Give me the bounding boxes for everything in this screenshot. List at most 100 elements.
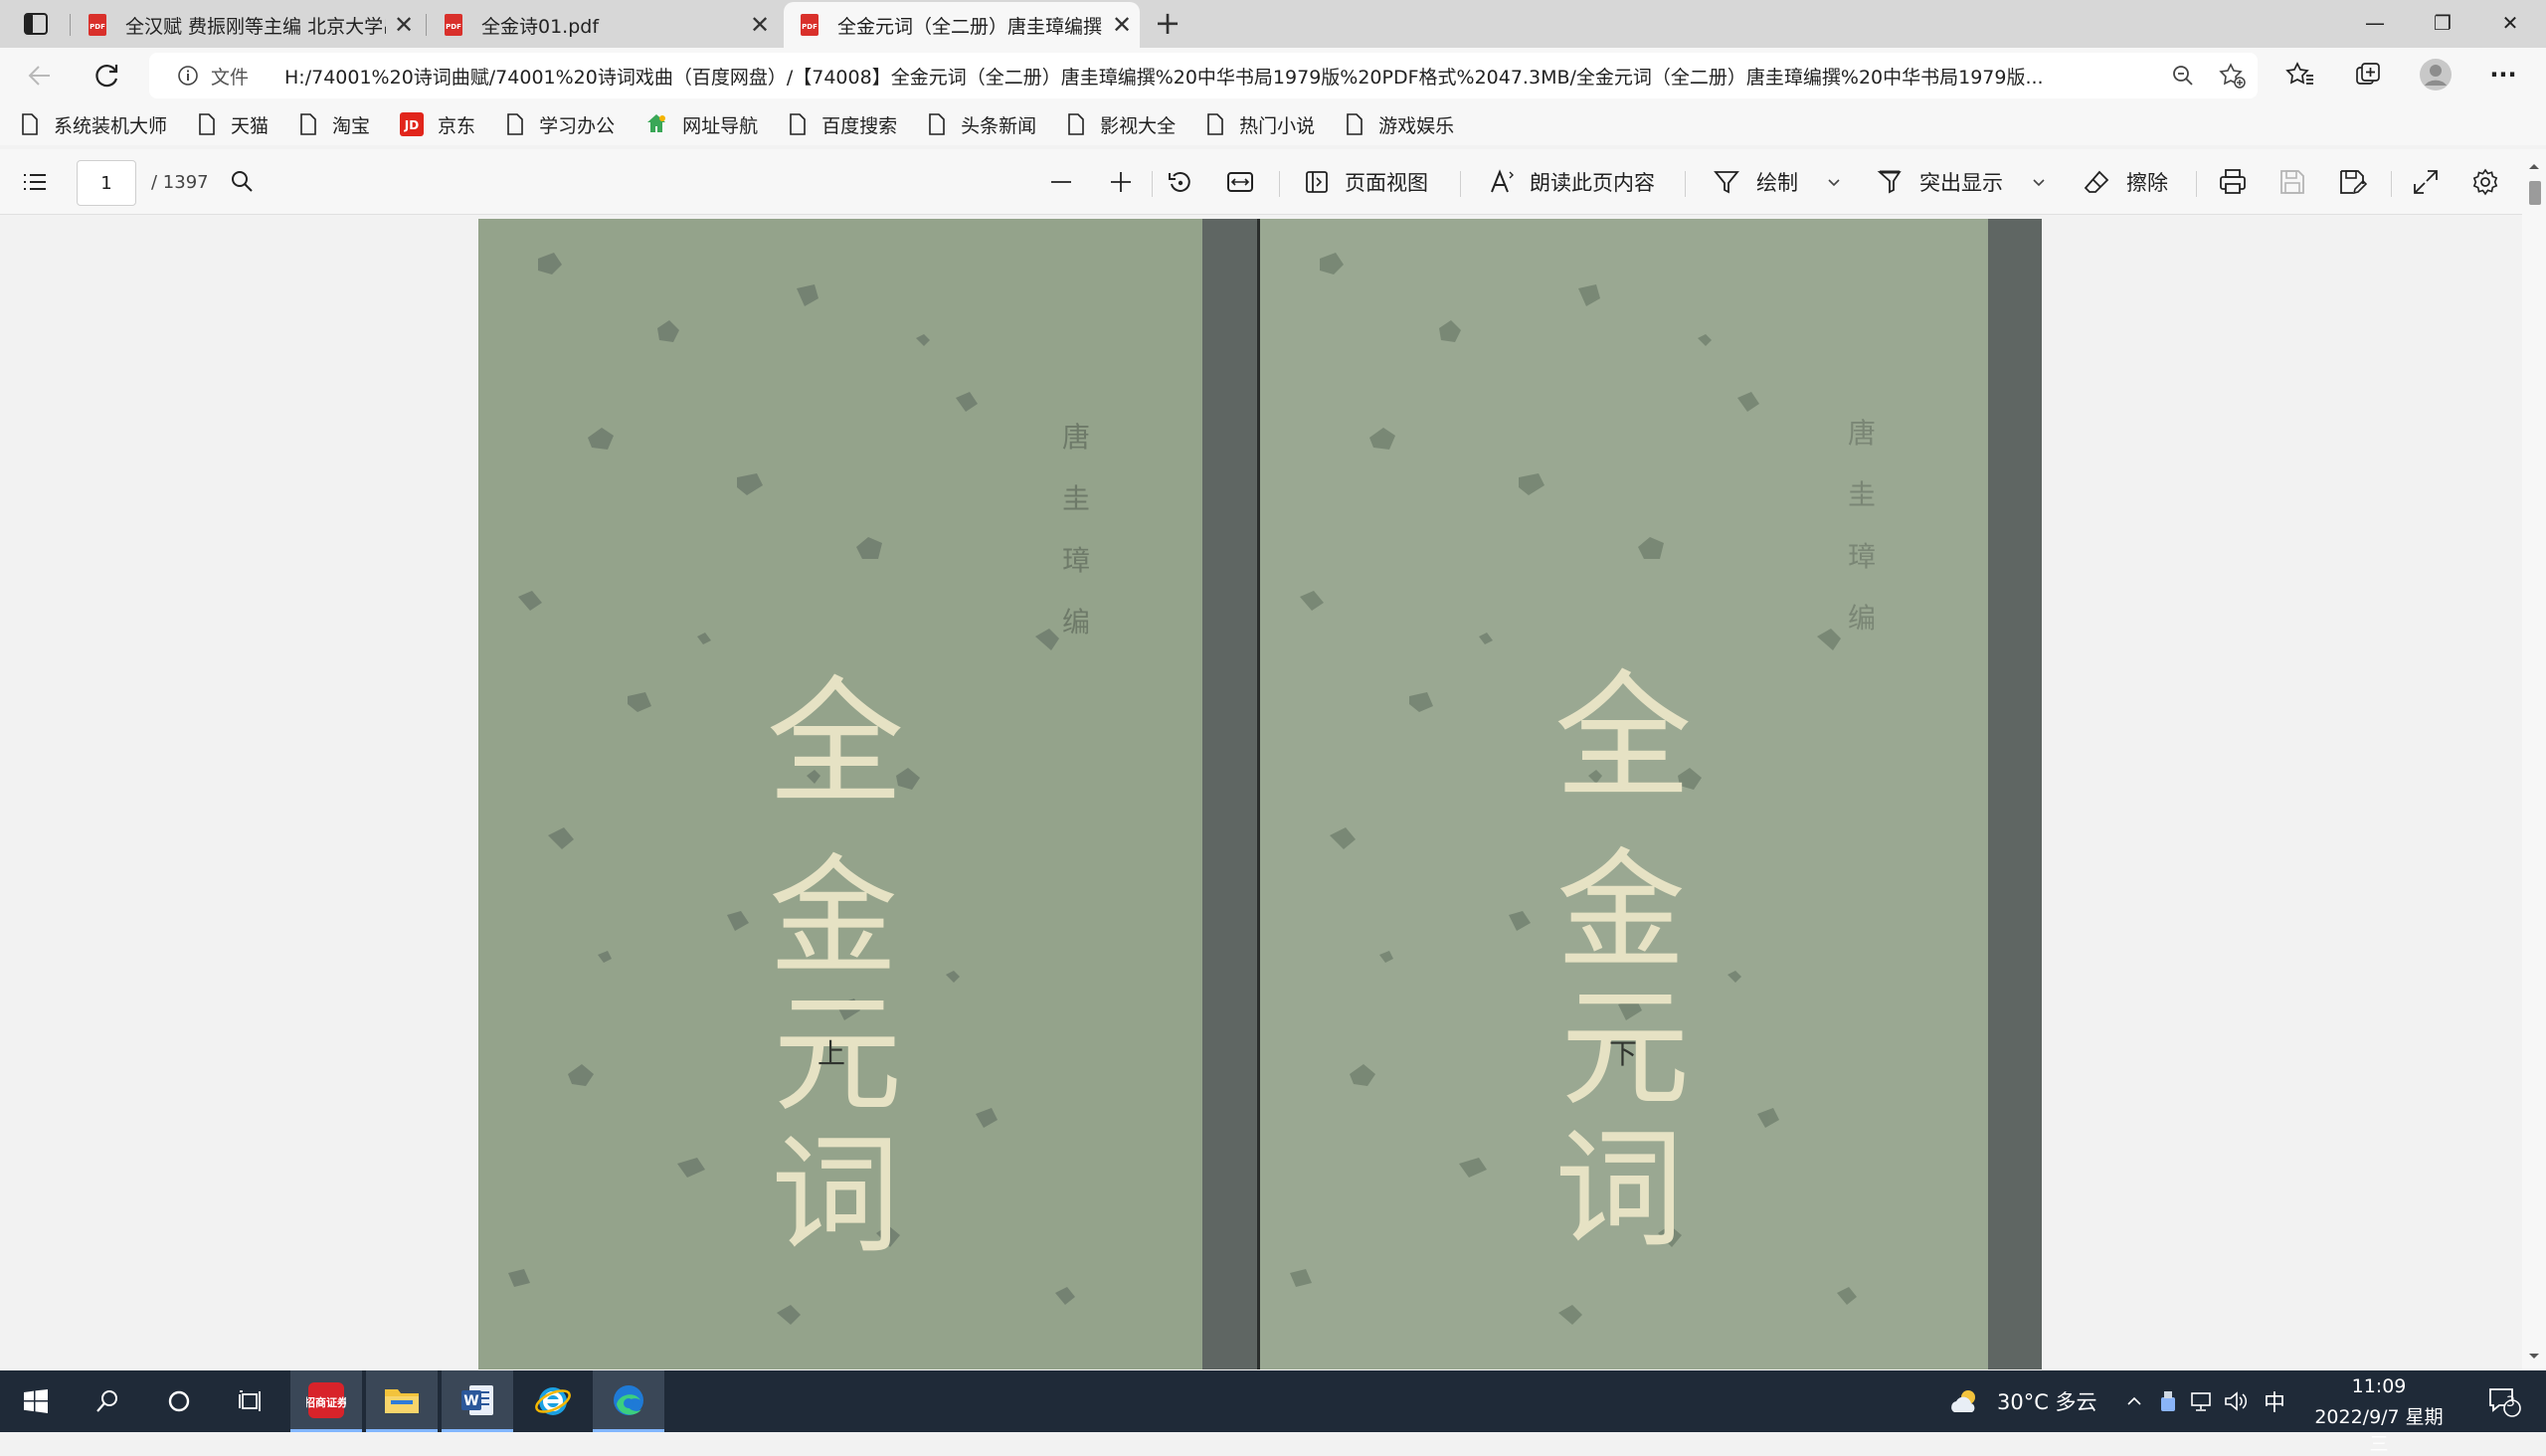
bookmark-item[interactable]: 游戏娱乐 <box>1345 111 1454 138</box>
url-text[interactable]: H:/74001%20诗词曲赋/74001%20诗词戏曲（百度网盘）/【7400… <box>284 63 2158 90</box>
scrollbar-thumb[interactable] <box>2529 181 2541 205</box>
page-icon <box>929 113 945 135</box>
back-button[interactable] <box>22 58 58 93</box>
more-menu-button[interactable]: ··· <box>2486 58 2520 91</box>
zhaoshang-app[interactable]: 招商证券 <box>290 1370 362 1432</box>
save-icon[interactable] <box>2277 165 2307 199</box>
highlight-button[interactable]: 突出显示 <box>1876 165 2003 199</box>
bookmark-label: 影视大全 <box>1100 114 1177 137</box>
page-view-label: 页面视图 <box>1345 171 1428 195</box>
fit-width-icon[interactable] <box>1225 165 1255 199</box>
page-icon <box>1068 113 1084 135</box>
search-button[interactable] <box>72 1370 143 1432</box>
refresh-button[interactable] <box>90 58 125 93</box>
bookmark-item[interactable]: 系统装机大师 <box>20 111 167 138</box>
window-close-button[interactable]: ✕ <box>2476 0 2544 46</box>
page-icon <box>300 113 316 135</box>
zoom-out-icon[interactable] <box>1046 165 1076 199</box>
tab-quanjinshi[interactable]: PDF 全金诗01.pdf ✕ <box>428 2 778 48</box>
search-icon <box>96 1390 117 1412</box>
weather-text[interactable]: 30°C 多云 <box>1997 1386 2097 1416</box>
ie-icon <box>535 1387 571 1415</box>
volume-icon[interactable] <box>2220 1370 2252 1432</box>
bookmark-item[interactable]: 网址导航 <box>644 111 758 138</box>
add-favorite-icon[interactable] <box>2218 61 2248 91</box>
bookmark-label: 淘宝 <box>332 114 371 137</box>
fullscreen-icon[interactable] <box>2411 165 2441 199</box>
edge-browser-app[interactable] <box>593 1370 664 1432</box>
search-icon[interactable] <box>229 165 257 199</box>
chevron-down-icon[interactable] <box>2029 165 2049 199</box>
svg-text:PDF: PDF <box>446 23 461 31</box>
scroll-down-icon[interactable] <box>2522 1344 2546 1367</box>
chevron-up-icon[interactable] <box>2118 1370 2150 1432</box>
save-as-icon[interactable] <box>2337 165 2367 199</box>
info-icon[interactable] <box>177 65 199 87</box>
close-icon[interactable]: ✕ <box>742 11 778 39</box>
bookmark-item[interactable]: 学习办公 <box>505 111 615 138</box>
clock-time[interactable]: 11:09 <box>2309 1375 2449 1397</box>
tab-quanjinyuanci[interactable]: PDF 全金元词（全二册）唐圭璋编撰 ✕ <box>784 2 1140 48</box>
bookmark-item[interactable]: 热门小说 <box>1205 111 1315 138</box>
collections-icon[interactable] <box>2351 58 2385 91</box>
task-view-button[interactable] <box>215 1370 286 1432</box>
tab-actions-button[interactable] <box>14 9 58 39</box>
start-button[interactable] <box>0 1370 72 1432</box>
bookmark-item[interactable]: 影视大全 <box>1066 111 1176 138</box>
zoom-icon[interactable] <box>2168 61 2198 91</box>
page-icon <box>1347 113 1363 135</box>
bookmark-item[interactable]: 百度搜索 <box>788 111 897 138</box>
vertical-scrollbar[interactable] <box>2522 149 2546 1369</box>
author-char: 唐 <box>1062 421 1090 454</box>
close-icon[interactable]: ✕ <box>386 11 422 39</box>
svg-text:W: W <box>463 1393 478 1409</box>
erase-button[interactable]: 擦除 <box>2083 165 2168 199</box>
author-char: 圭 <box>1848 478 1876 511</box>
read-aloud-button[interactable]: 朗读此页内容 <box>1488 165 1655 199</box>
chevron-down-icon[interactable] <box>1824 165 1844 199</box>
ime-indicator[interactable]: 中 <box>2264 1385 2285 1417</box>
bookmark-item[interactable]: 天猫 <box>197 111 269 138</box>
favorites-icon[interactable] <box>2283 58 2317 91</box>
zoom-in-icon[interactable] <box>1106 165 1136 199</box>
new-tab-button[interactable]: + <box>1152 7 1183 40</box>
tab-title: 全金元词（全二册）唐圭璋编撰 <box>837 15 1103 38</box>
scroll-up-icon[interactable] <box>2522 155 2546 179</box>
settings-icon[interactable] <box>2470 165 2500 199</box>
clock-date[interactable]: 2022/9/7 星期三 <box>2305 1402 2453 1456</box>
minimize-button[interactable]: — <box>2341 0 2409 46</box>
rotate-icon[interactable] <box>1166 165 1195 199</box>
profile-avatar[interactable] <box>2419 58 2453 91</box>
close-icon[interactable]: ✕ <box>1104 11 1140 39</box>
navigation-site-icon <box>647 114 666 132</box>
edge-icon <box>614 1384 643 1415</box>
address-bar[interactable]: 文件 H:/74001%20诗词曲赋/74001%20诗词戏曲（百度网盘）/【7… <box>149 53 2258 98</box>
ie-browser-app[interactable] <box>517 1370 589 1432</box>
cortana-icon <box>168 1390 190 1412</box>
page-number-input[interactable]: 1 <box>77 160 136 206</box>
file-explorer-app[interactable] <box>366 1370 438 1432</box>
maximize-button[interactable]: ❐ <box>2409 0 2476 46</box>
bookmark-item[interactable]: 淘宝 <box>298 111 370 138</box>
cortana-button[interactable] <box>143 1370 215 1432</box>
author-char: 圭 <box>1062 482 1090 515</box>
draw-button[interactable]: 绘制 <box>1713 165 1798 199</box>
weather-icon[interactable] <box>1945 1370 1985 1432</box>
bookmarks-bar: 系统装机大师 天猫 淘宝 JD 京东 学习办公 网址导航 百度搜索 头条新闻 影… <box>0 103 2546 145</box>
bookmark-label: 热门小说 <box>1239 114 1316 137</box>
page-view-button[interactable]: 页面视图 <box>1303 165 1428 199</box>
word-app[interactable]: W <box>442 1370 513 1432</box>
jd-logo-icon: JD <box>400 112 425 136</box>
bookmark-label: 天猫 <box>231 114 270 137</box>
notification-center-button[interactable]: 3 <box>2474 1370 2534 1432</box>
table-of-contents-icon[interactable] <box>20 165 50 199</box>
print-icon[interactable] <box>2218 165 2248 199</box>
draw-label: 绘制 <box>1756 171 1798 195</box>
tab-quanhanfu[interactable]: PDF 全汉赋 费振刚等主编 北京大学出 ✕ <box>72 2 422 48</box>
network-icon[interactable] <box>2186 1370 2218 1432</box>
pdf-viewer[interactable]: 全 金 元 词 唐 圭 璋 编 上 全 金 元 词 唐 圭 璋 编 下 <box>0 216 2546 1369</box>
bookmark-item[interactable]: 头条新闻 <box>927 111 1036 138</box>
usb-device-icon[interactable] <box>2152 1370 2184 1432</box>
page-icon <box>790 113 806 135</box>
bookmark-item[interactable]: JD 京东 <box>400 111 475 138</box>
